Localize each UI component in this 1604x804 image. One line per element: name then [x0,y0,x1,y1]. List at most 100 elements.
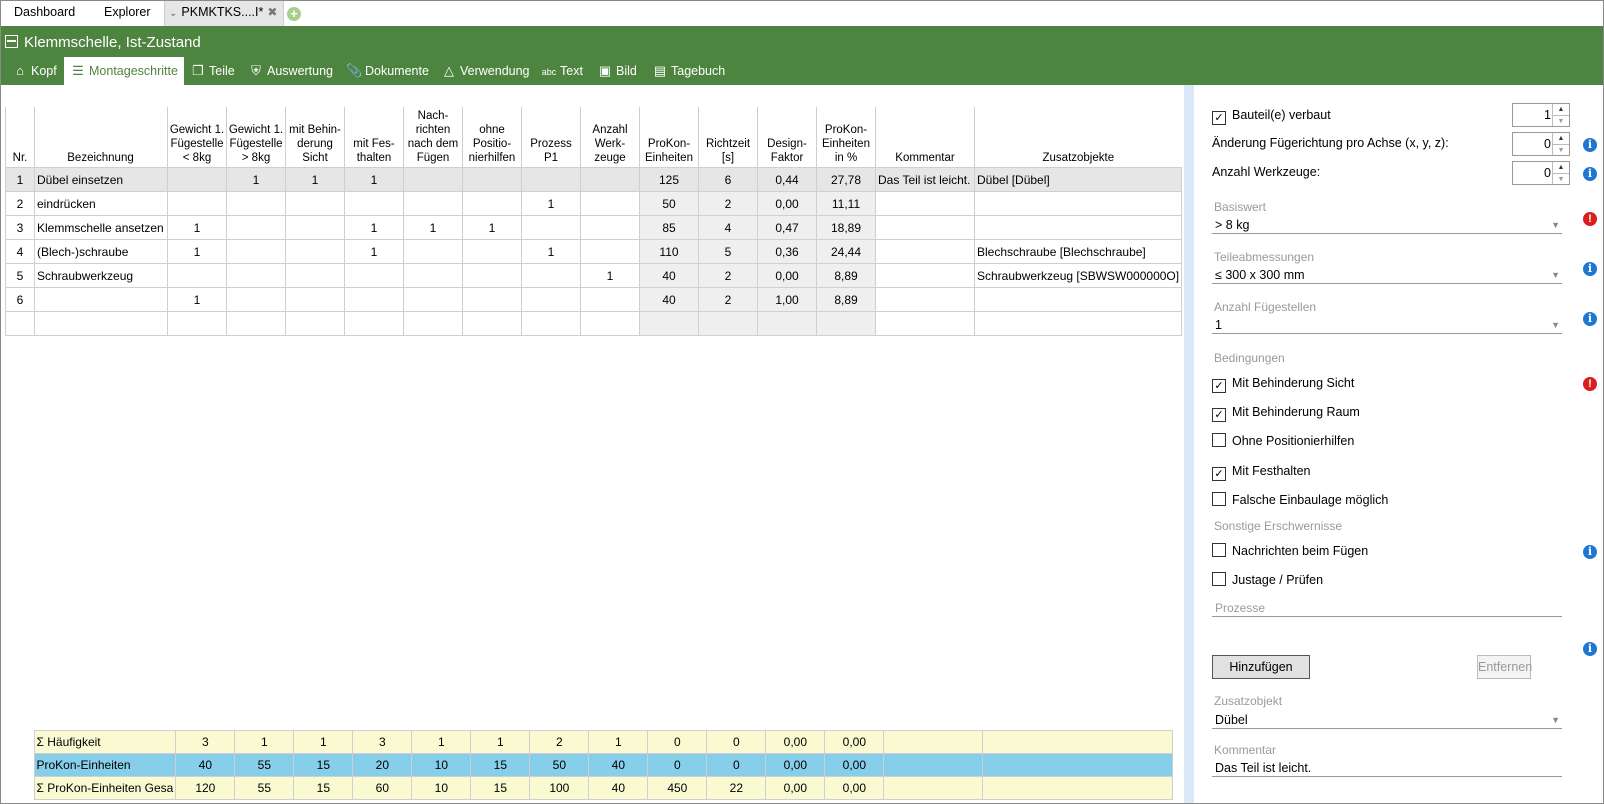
table-cell[interactable] [226,191,286,216]
table-cell[interactable]: 1 [344,167,404,192]
table-cell[interactable]: 27,78 [816,167,876,192]
table-cell[interactable] [403,311,463,336]
table-cell[interactable]: 5 [698,239,758,264]
tab-dashboard[interactable]: Dashboard [14,0,75,26]
table-cell[interactable]: Blechschraube [Blechschraube] [973,239,1183,264]
column-header[interactable]: Nr. [5,107,35,168]
table-cell[interactable] [403,263,463,288]
table-cell[interactable] [580,191,640,216]
anzahl-werkzeuge-value[interactable]: 0 [1544,166,1551,180]
column-header[interactable]: mit Fes-thalten [344,107,404,168]
table-cell[interactable] [462,191,522,216]
table-cell[interactable] [875,287,975,312]
table-cell[interactable] [462,167,522,192]
bauteil-verbaut-value[interactable]: 1 [1544,108,1551,122]
basiswert-select[interactable]: > 8 kg ▼ [1212,216,1562,234]
table-cell[interactable] [167,311,227,336]
table-cell[interactable] [973,215,1183,240]
close-icon[interactable]: ✖ [267,5,277,19]
column-header[interactable]: ProKon-Einheiten in % [816,107,876,168]
column-header[interactable]: Design-Faktor [757,107,817,168]
table-cell[interactable]: eindrücken [34,191,168,216]
table-cell[interactable] [403,167,463,192]
table-cell[interactable]: 1 [285,167,345,192]
table-cell[interactable]: 1 [462,215,522,240]
table-cell[interactable] [403,239,463,264]
table-cell[interactable]: 11,11 [816,191,876,216]
stepper-down-icon[interactable]: ▼ [1553,144,1569,156]
ohne-positionierhilfen-checkbox[interactable]: Ohne Positionierhilfen [1212,432,1354,450]
kommentar-value[interactable]: Das Teil ist leicht. [1215,761,1311,775]
table-cell[interactable] [580,239,640,264]
warning-icon[interactable]: ! [1583,377,1597,391]
teileabmessungen-select[interactable]: ≤ 300 x 300 mm ▼ [1212,266,1562,284]
info-icon[interactable]: i [1583,545,1597,559]
checkbox-box[interactable] [1212,572,1226,586]
table-cell[interactable] [167,167,227,192]
falsche-einbaulage-checkbox[interactable]: Falsche Einbaulage möglich [1212,491,1388,509]
stepper-buttons[interactable]: ▲ ▼ [1552,133,1569,155]
table-cell[interactable]: 4 [698,215,758,240]
tab-auswertung[interactable]: ⛨ Auswertung [248,57,333,85]
table-cell[interactable] [285,263,345,288]
table-cell[interactable] [875,215,975,240]
checkbox-box[interactable]: ✓ [1212,467,1226,481]
table-cell[interactable] [285,215,345,240]
table-cell[interactable] [344,263,404,288]
checkbox-box[interactable]: ✓ [1212,408,1226,422]
table-cell[interactable]: 6 [5,287,35,312]
table-row[interactable]: 2 eindrücken 1 50 2 0,00 11,11 [5,191,1183,216]
table-row[interactable] [5,311,1183,336]
column-header[interactable]: Bezeichnung [34,107,168,168]
table-cell[interactable] [521,167,581,192]
table-cell[interactable] [698,311,758,336]
table-cell[interactable] [403,287,463,312]
table-cell[interactable]: 24,44 [816,239,876,264]
hinzufuegen-button[interactable]: Hinzufügen [1212,655,1310,679]
column-header[interactable]: Nach-richten nach dem Fügen [403,107,463,168]
table-row[interactable]: 6 1 40 2 1,00 8,89 [5,287,1183,312]
table-cell[interactable] [580,167,640,192]
table-cell[interactable] [167,263,227,288]
table-cell[interactable]: 2 [5,191,35,216]
table-cell[interactable]: 8,89 [816,263,876,288]
table-row[interactable]: 3 Klemmschelle ansetzen 1 1 1 1 85 4 0,47 18,89 [5,215,1183,240]
table-cell[interactable]: 1 [167,239,227,264]
bauteil-verbaut-stepper[interactable]: 1 ▲ ▼ [1512,103,1570,127]
table-cell[interactable] [580,311,640,336]
table-cell[interactable] [462,311,522,336]
table-cell[interactable] [462,263,522,288]
stepper-up-icon[interactable]: ▲ [1553,133,1569,144]
table-cell[interactable] [580,215,640,240]
table-cell[interactable] [639,311,699,336]
table-cell[interactable] [521,287,581,312]
nachrichten-beim-fuegen-checkbox[interactable]: Nachrichten beim Fügen [1212,542,1368,560]
anzahl-werkzeuge-stepper[interactable]: 0 ▲ ▼ [1512,161,1570,185]
table-cell[interactable]: 1 [344,215,404,240]
column-header[interactable]: ohne Positio-nierhilfen [462,107,522,168]
table-cell[interactable] [226,287,286,312]
table-cell[interactable] [875,263,975,288]
table-cell[interactable] [34,287,168,312]
table-cell[interactable]: 1 [344,239,404,264]
table-cell[interactable]: 2 [698,191,758,216]
table-cell[interactable] [226,311,286,336]
stepper-up-icon[interactable]: ▲ [1553,162,1569,173]
table-cell[interactable]: 110 [639,239,699,264]
info-icon[interactable]: i [1583,642,1597,656]
table-cell[interactable]: 18,89 [816,215,876,240]
tab-dokumente[interactable]: 📎 Dokumente [346,57,429,85]
table-cell[interactable] [344,191,404,216]
tab-bild[interactable]: ▣ Bild [597,57,637,85]
table-row[interactable]: 1 Dübel einsetzen 1 1 1 125 6 0,44 27,78 Das Teil… [5,167,1183,192]
checkbox-box[interactable] [1212,543,1226,557]
column-header[interactable]: Anzahl Werk-zeuge [580,107,640,168]
chevron-down-icon[interactable]: ▼ [1551,711,1560,729]
table-cell[interactable]: 1 [167,215,227,240]
table-cell[interactable]: Schraubwerkzeug [34,263,168,288]
table-cell[interactable]: 125 [639,167,699,192]
mit-festhalten-checkbox[interactable]: ✓ Mit Festhalten [1212,462,1311,481]
kommentar-input[interactable]: Das Teil ist leicht. [1212,759,1562,777]
mit-behinderung-raum-checkbox[interactable]: ✓ Mit Behinderung Raum [1212,403,1360,422]
table-cell[interactable]: 2 [698,263,758,288]
